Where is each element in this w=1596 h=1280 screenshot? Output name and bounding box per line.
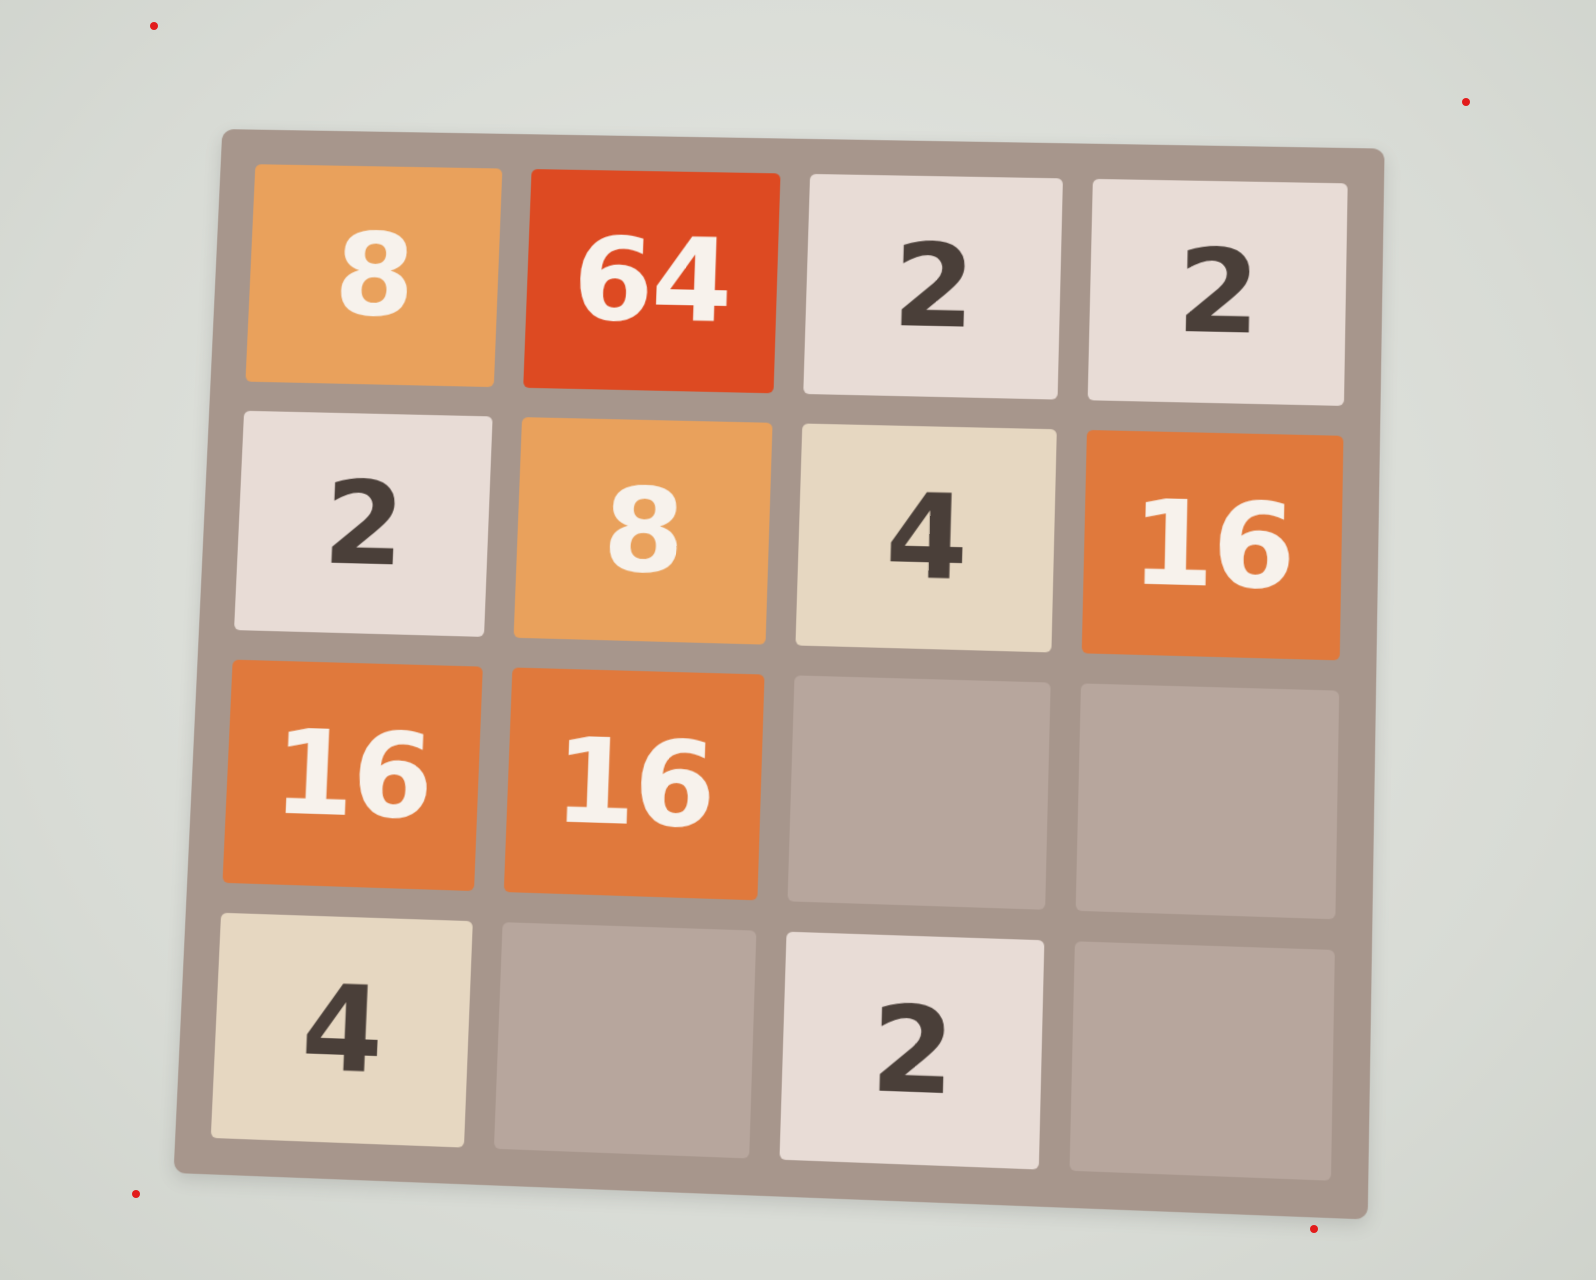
- tile-64: 64: [523, 169, 781, 393]
- empty-cell: [1069, 941, 1335, 1181]
- tile-8: 8: [245, 164, 501, 386]
- game-board[interactable]: 8 64 2 2 2 8 4 16 16 16 4 2: [174, 129, 1385, 1219]
- marker-dot: [1310, 1225, 1318, 1233]
- tile-16: 16: [1081, 429, 1343, 660]
- tile-4: 4: [795, 423, 1056, 652]
- marker-dot: [1462, 98, 1470, 106]
- tile-4: 4: [211, 912, 473, 1147]
- tile-2: 2: [1087, 179, 1348, 406]
- tile-2: 2: [779, 931, 1043, 1169]
- empty-cell: [1075, 683, 1339, 918]
- tile-16: 16: [503, 667, 764, 899]
- tile-16: 16: [222, 660, 482, 891]
- marker-dot: [150, 22, 158, 30]
- marker-dot: [132, 1190, 140, 1198]
- tile-8: 8: [513, 417, 773, 645]
- empty-cell: [493, 922, 756, 1159]
- tile-2: 2: [803, 174, 1062, 399]
- empty-cell: [788, 675, 1051, 909]
- tile-2: 2: [234, 410, 492, 637]
- photo-of-screen: 8 64 2 2 2 8 4 16 16 16 4 2: [0, 0, 1596, 1280]
